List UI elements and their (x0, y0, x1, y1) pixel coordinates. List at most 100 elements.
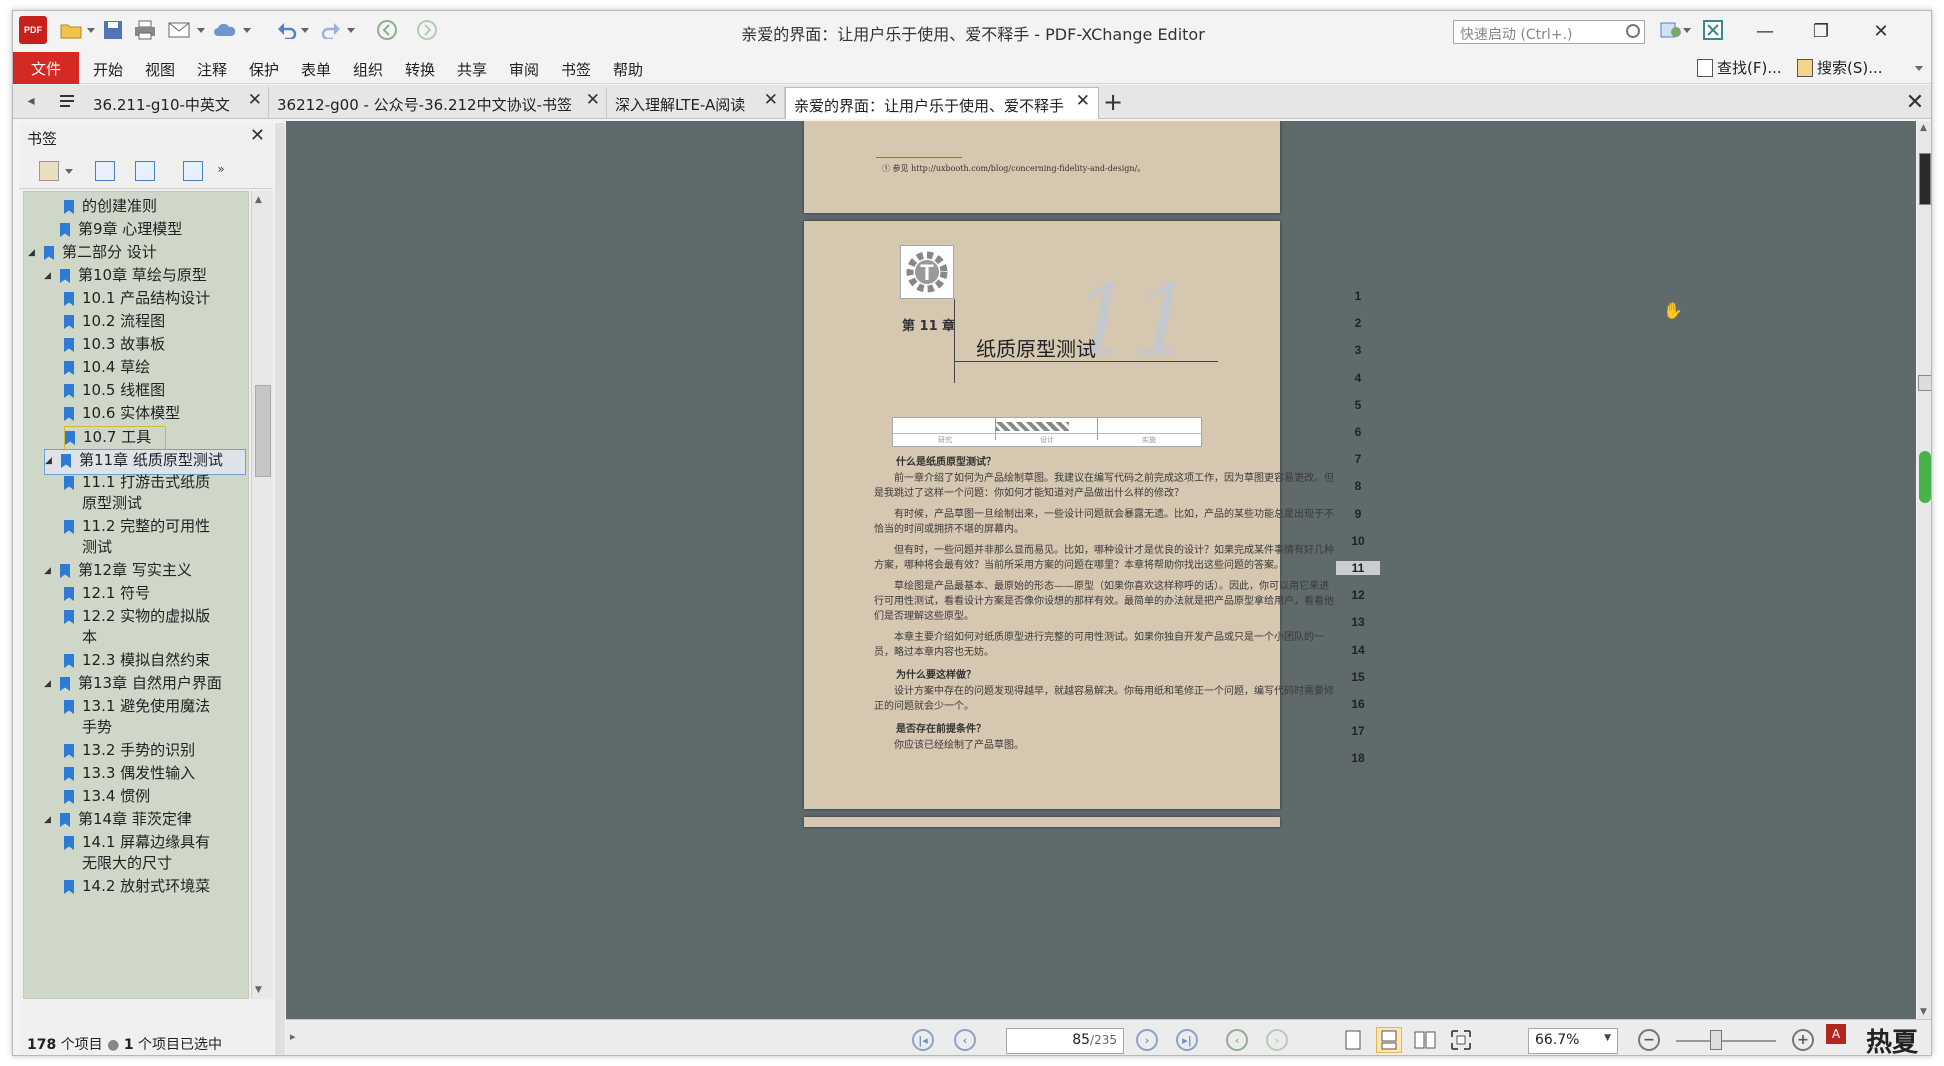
print-icon[interactable] (133, 18, 157, 42)
bookmark-item[interactable]: 14.1 屏幕边缘具有 无限大的尺寸 (64, 832, 246, 878)
zoom-out-button[interactable]: − (1638, 1029, 1660, 1051)
zoom-in-button[interactable]: + (1792, 1029, 1814, 1051)
close-window-button[interactable]: ✕ (1853, 11, 1909, 51)
email-dropdown-arrow[interactable] (197, 28, 205, 33)
zoom-slider-track[interactable] (1676, 1040, 1776, 1042)
document-canvas[interactable]: ① 参见 http://uxbooth.com/blog/concerning-… (286, 121, 1916, 1019)
first-page-button[interactable]: |◂ (912, 1029, 934, 1051)
doc-scroll-marker[interactable] (1918, 375, 1931, 391)
open-dropdown-arrow[interactable] (87, 28, 95, 33)
bookmark-item[interactable]: 12.2 实物的虚拟版本 (64, 606, 246, 652)
close-tab-icon[interactable]: ✕ (764, 90, 778, 110)
tab-lte-a[interactable]: 深入理解LTE-A阅读 ✕ (607, 87, 785, 119)
menu-organize[interactable]: 组织 (353, 59, 383, 80)
menu-help[interactable]: 帮助 (613, 59, 643, 80)
scroll-up-icon[interactable]: ▲ (255, 195, 262, 205)
menu-convert[interactable]: 转换 (405, 59, 435, 80)
menu-comment[interactable]: 注释 (197, 59, 227, 80)
tab-current-document[interactable]: 亲爱的界面：让用户乐于使用、爱不释手 ✕ (785, 87, 1099, 119)
open-folder-icon[interactable] (59, 18, 83, 42)
menu-view[interactable]: 视图 (145, 59, 175, 80)
bookmark-item[interactable]: 11.1 打游击式纸质 原型测试 (64, 472, 246, 518)
menu-bookmarks[interactable]: 书签 (561, 59, 591, 80)
expand-toggle-icon[interactable]: ◢ (44, 266, 54, 287)
close-tab-icon[interactable]: ✕ (586, 90, 600, 110)
expand-toggle-icon[interactable]: ◢ (45, 451, 55, 472)
menu-file[interactable]: 文件 (13, 52, 79, 84)
search-label: 搜索(S)... (1817, 59, 1883, 77)
new-tab-icon[interactable]: + (1101, 88, 1125, 116)
expand-bookmark-icon[interactable] (95, 161, 115, 181)
bookmark-scrollbar[interactable]: ▲ ▼ (251, 191, 273, 999)
restore-button[interactable]: ❐ (1793, 11, 1849, 51)
tab-scroll-left-icon[interactable]: ◂ (19, 89, 43, 113)
zoom-select[interactable]: 66.7% ▼ (1528, 1028, 1618, 1054)
customize-toolbar-icon[interactable] (1659, 18, 1683, 42)
more-tools-icon[interactable]: » (209, 157, 233, 181)
document-scrollbar[interactable]: ▲ ▼ (1917, 121, 1931, 1019)
redo-dropdown-arrow[interactable] (347, 28, 355, 33)
close-tab-icon[interactable]: ✕ (248, 90, 262, 110)
previous-view-button[interactable]: ‹ (1226, 1029, 1248, 1051)
undo-dropdown-arrow[interactable] (301, 28, 309, 33)
bookmark-tree[interactable]: 的创建准则 第9章 心理模型 ◢ 第二部分 设计 ◢ 第10章 草绘与原型 10.1 产品结… (23, 191, 249, 999)
next-view-button[interactable]: › (1266, 1029, 1288, 1051)
expand-toggle-icon[interactable]: ◢ (28, 243, 38, 264)
bookmark-options-dropdown[interactable] (65, 169, 73, 174)
cloud-icon[interactable] (213, 18, 237, 42)
bookmark-item[interactable]: 14.2 放射式环境菜 (64, 876, 246, 902)
scroll-down-icon[interactable]: ▼ (1920, 1007, 1927, 1017)
expand-toggle-icon[interactable]: ◢ (44, 674, 54, 695)
single-page-view-icon[interactable] (1340, 1027, 1366, 1053)
bookmark-options-icon[interactable] (39, 161, 59, 181)
cloud-dropdown-arrow[interactable] (243, 28, 251, 33)
scroll-down-icon[interactable]: ▼ (255, 985, 262, 995)
close-tab-icon[interactable]: ✕ (1076, 91, 1090, 111)
quick-launch-input[interactable]: 快速启动 (Ctrl+.) (1453, 20, 1645, 44)
tab-list-icon[interactable] (55, 89, 79, 113)
app-logo-icon[interactable]: PDF (19, 16, 47, 44)
status-selected-label: 个项目已选中 (138, 1037, 223, 1053)
customize-dropdown-arrow[interactable] (1683, 28, 1691, 33)
bookmark-item[interactable]: 13.1 避免使用魔法 手势 (64, 696, 246, 742)
doc-scroll-thumb[interactable] (1919, 153, 1931, 205)
menu-review[interactable]: 审阅 (509, 59, 539, 80)
pane-splitter[interactable] (275, 123, 285, 1055)
fullscreen-icon[interactable] (1701, 18, 1725, 42)
bookmark-item[interactable]: 11.2 完整的可用性 测试 (64, 516, 246, 562)
forward-nav-icon[interactable] (415, 18, 439, 42)
fit-page-icon[interactable] (1448, 1027, 1474, 1053)
redo-icon[interactable] (319, 18, 343, 42)
back-nav-icon[interactable] (375, 18, 399, 42)
expand-toggle-icon[interactable]: ◢ (44, 810, 54, 831)
bottom-collapse-icon[interactable]: ▸ (290, 1030, 296, 1043)
page-number-input[interactable]: 85/235 (1006, 1028, 1124, 1054)
last-page-button[interactable]: ▸| (1176, 1029, 1198, 1051)
acrobat-icon[interactable]: A (1826, 1024, 1846, 1044)
scroll-up-icon[interactable]: ▲ (1920, 123, 1927, 133)
collapse-bookmark-icon[interactable] (135, 161, 155, 181)
close-all-tabs-icon[interactable]: ✕ (1903, 90, 1927, 115)
menu-protect[interactable]: 保护 (249, 59, 279, 80)
tab-36211[interactable]: 36.211-g10-中英文 ✕ (85, 87, 269, 119)
previous-page-button[interactable]: ‹ (954, 1029, 976, 1051)
undo-icon[interactable] (275, 18, 299, 42)
expand-toggle-icon[interactable]: ◢ (44, 561, 54, 582)
find-button[interactable]: 查找(F)... (1697, 57, 1782, 78)
menu-home[interactable]: 开始 (93, 59, 123, 80)
next-page-button[interactable]: › (1136, 1029, 1158, 1051)
tab-36212[interactable]: 36212-g00 - 公众号-36.212中文协议-书签 ✕ (269, 87, 607, 119)
continuous-view-icon[interactable] (1376, 1027, 1402, 1053)
zoom-slider-handle[interactable] (1710, 1030, 1722, 1050)
save-icon[interactable] (101, 18, 125, 42)
menu-share[interactable]: 共享 (457, 59, 487, 80)
email-icon[interactable] (167, 18, 191, 42)
minimize-button[interactable]: — (1737, 11, 1793, 51)
add-bookmark-icon[interactable] (183, 161, 203, 181)
facing-view-icon[interactable] (1412, 1027, 1438, 1053)
ribbon-collapse-arrow[interactable] (1915, 66, 1923, 71)
search-button[interactable]: 搜索(S)... (1797, 57, 1883, 78)
bookmark-scroll-thumb[interactable] (255, 385, 271, 477)
menu-form[interactable]: 表单 (301, 59, 331, 80)
close-pane-icon[interactable]: ✕ (250, 125, 265, 146)
